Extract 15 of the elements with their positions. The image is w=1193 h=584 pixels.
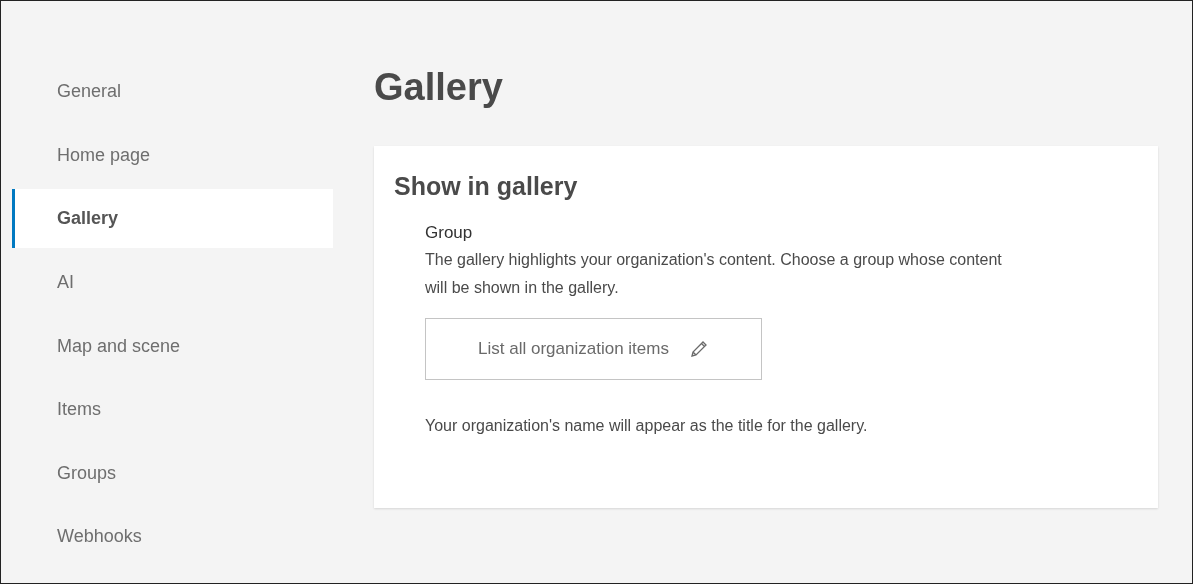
note-text: Your organization's name will appear as the title for the gallery. <box>425 416 868 436</box>
sidebar-item[interactable]: Items <box>12 380 333 440</box>
group-select-button[interactable]: List all organization items <box>425 318 762 380</box>
sidebar-item[interactable]: Groups <box>12 443 333 503</box>
page-title: Gallery <box>374 65 503 110</box>
description-text: The gallery highlights your organization's content. Choose a group whose content will be shown in the gallery. <box>425 250 1003 298</box>
sidebar-item[interactable]: AI <box>12 253 333 313</box>
pencil-icon <box>688 339 709 359</box>
sidebar-item[interactable]: General <box>12 62 333 122</box>
sidebar-item[interactable]: Map and scene <box>12 316 333 376</box>
sidebar-item[interactable]: Gallery <box>12 189 333 249</box>
sidebar-item[interactable]: Webhooks <box>12 507 333 567</box>
sidebar-item[interactable]: Home page <box>12 125 333 185</box>
card-title: Show in gallery <box>394 171 578 202</box>
field-label: Group <box>425 222 473 244</box>
